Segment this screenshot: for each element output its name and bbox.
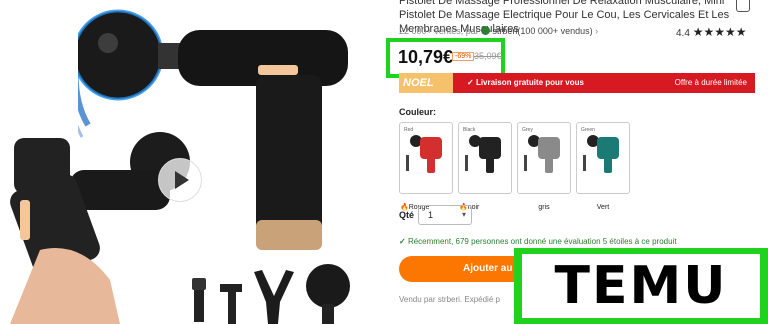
color-name: gris: [538, 204, 550, 211]
temu-overlay-logo: TEMU: [514, 248, 768, 324]
promo-banner: NOEL Livraison gratuite pour vous Offre …: [399, 73, 755, 93]
share-icon[interactable]: [736, 0, 750, 12]
store-logo-icon: [481, 26, 491, 35]
limited-offer-text: Offre à durée limitée: [674, 78, 747, 87]
color-caption: gris: [518, 204, 570, 211]
color-name: Vert: [596, 204, 610, 211]
recent-review-note: Récemment, 679 personnes ont donné une é…: [399, 237, 677, 246]
gun-attachment: [524, 155, 527, 171]
swatch-mini-label: Grey: [522, 127, 533, 133]
product-image[interactable]: [0, 0, 384, 324]
color-option-noir[interactable]: Black 🔥noir: [458, 122, 512, 211]
gun-handle: [427, 153, 435, 173]
quantity-label: Qté: [399, 210, 415, 220]
free-shipping-text: Livraison gratuite pour vous: [467, 78, 584, 87]
play-video-icon[interactable]: [158, 158, 202, 202]
color-caption: Vert: [577, 204, 629, 211]
gun-handle: [486, 153, 494, 173]
color-option-vert[interactable]: Green Vert: [576, 122, 630, 211]
old-price: 35,09€: [474, 51, 502, 61]
quantity-select[interactable]: 1 ▾: [418, 205, 472, 225]
rating[interactable]: 4.4 ★★★★★: [676, 25, 746, 39]
quantity-value: 1: [428, 210, 434, 220]
sales-count: 22 000+ ventes, par: [399, 26, 479, 36]
gun-handle: [545, 153, 553, 173]
gun-attachment: [583, 155, 586, 171]
rating-value: 4.4: [676, 28, 690, 39]
color-label: Couleur:: [399, 107, 436, 117]
color-option-gris[interactable]: Grey gris: [517, 122, 571, 211]
store-link[interactable]: strberi(100 000+ vendus): [492, 26, 592, 36]
color-option-rouge[interactable]: Red 🔥Rouge: [399, 122, 453, 211]
gun-attachment: [406, 155, 409, 171]
temu-text: TEMU: [522, 254, 760, 318]
noel-badge: NOEL: [399, 73, 453, 93]
chevron-down-icon: ▾: [461, 210, 466, 219]
sold-by-text: Vendu par strberi. Expédié p: [399, 295, 500, 304]
swatch-mini-label: Black: [463, 127, 476, 133]
swatch-mini-label: Red: [404, 127, 414, 133]
swatch-mini-label: Green: [581, 127, 595, 133]
chevron-right-icon: ›: [595, 26, 599, 36]
stars-icon: ★★★★★: [692, 25, 747, 39]
sales-meta: 22 000+ ventes, par strberi(100 000+ ven…: [399, 26, 598, 36]
price: 10,79€: [398, 47, 454, 67]
discount-badge: -69%: [452, 52, 475, 61]
massage-heads: [192, 264, 350, 324]
gun-attachment: [465, 155, 468, 171]
gun-handle: [604, 153, 612, 173]
